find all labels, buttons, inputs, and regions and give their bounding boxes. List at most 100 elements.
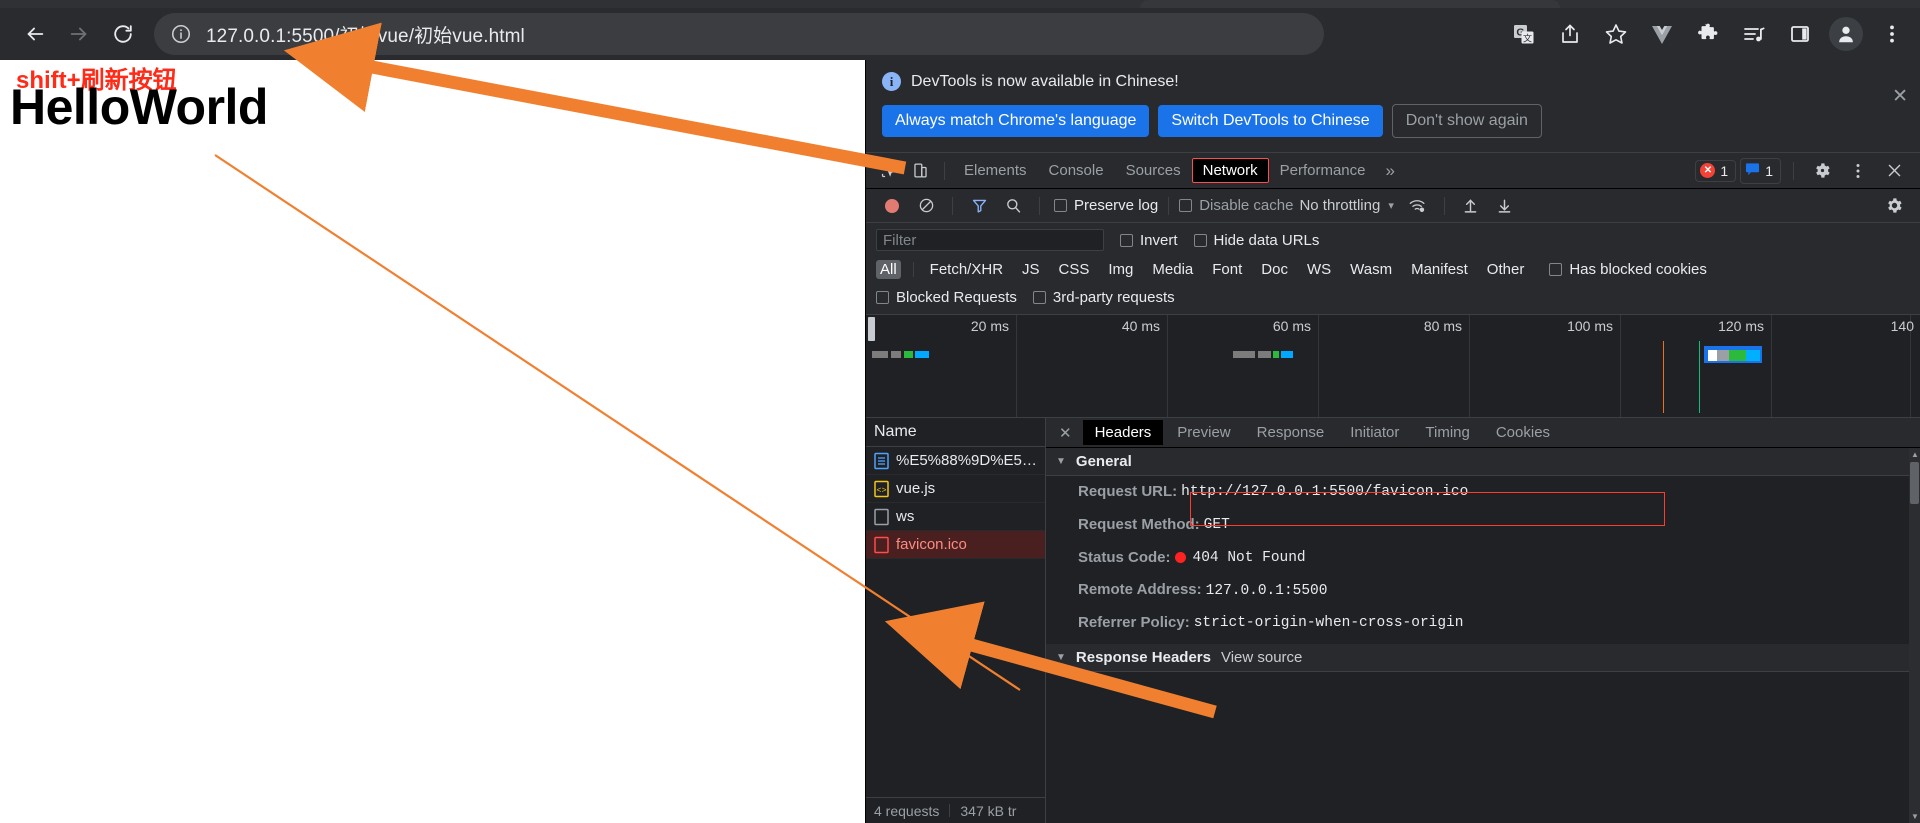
- blocked-requests-checkbox[interactable]: Blocked Requests: [876, 289, 1017, 306]
- request-row-script[interactable]: <> vue.js: [866, 475, 1045, 503]
- filter-type-fetch-xhr[interactable]: Fetch/XHR: [926, 260, 1007, 279]
- scroll-down-arrow-icon[interactable]: ▼: [1911, 812, 1919, 821]
- overview-selected-request-bar: [1704, 346, 1762, 363]
- nettoolbar-divider-2: [1039, 196, 1040, 215]
- error-count-badge[interactable]: ✕ 1: [1695, 159, 1737, 182]
- dom-content-loaded-line: [1699, 341, 1700, 413]
- settings-gear-icon[interactable]: [1808, 158, 1836, 184]
- filter-type-all[interactable]: All: [876, 260, 901, 279]
- reload-button[interactable]: [102, 13, 144, 55]
- always-match-chrome-language-button[interactable]: Always match Chrome's language: [882, 105, 1150, 137]
- request-name: %E5%88%9D%E5…: [896, 452, 1037, 469]
- network-settings-gear-icon[interactable]: [1880, 193, 1908, 219]
- bookmark-star-icon[interactable]: [1596, 14, 1636, 54]
- chrome-menu-icon[interactable]: [1872, 14, 1912, 54]
- export-har-icon[interactable]: [1491, 193, 1519, 219]
- preserve-log-label: Preserve log: [1074, 197, 1159, 214]
- overview-tick-label: 40 ms: [1121, 318, 1160, 334]
- overview-tick-label: 100 ms: [1567, 318, 1613, 334]
- filter-type-manifest[interactable]: Manifest: [1407, 260, 1472, 279]
- filter-row-bottom: Blocked Requests 3rd-party requests: [876, 289, 1910, 306]
- preserve-log-checkbox[interactable]: Preserve log: [1054, 197, 1158, 214]
- scrollbar-thumb[interactable]: [1910, 462, 1919, 504]
- tab-performance[interactable]: Performance: [1269, 158, 1377, 183]
- disable-cache-checkbox[interactable]: Disable cache: [1179, 197, 1293, 214]
- browser-toolbar: 127.0.0.1:5500/初始vue/初始vue.html G 文: [0, 8, 1920, 60]
- browser-tab[interactable]: [1140, 0, 1560, 8]
- header-key: Remote Address:: [1078, 581, 1202, 599]
- detail-tab-response[interactable]: Response: [1245, 420, 1337, 445]
- profile-avatar-icon[interactable]: [1826, 14, 1866, 54]
- toolbar-divider-2: [1793, 161, 1794, 180]
- detail-tab-cookies[interactable]: Cookies: [1484, 420, 1562, 445]
- generic-icon: [874, 508, 889, 526]
- overview-gridline: [1167, 315, 1168, 417]
- tab-elements[interactable]: Elements: [953, 158, 1038, 183]
- filter-type-ws[interactable]: WS: [1303, 260, 1335, 279]
- detail-tab-preview[interactable]: Preview: [1165, 420, 1242, 445]
- banner-close-icon[interactable]: ✕: [1892, 87, 1908, 106]
- share-icon[interactable]: [1550, 14, 1590, 54]
- inspect-element-icon[interactable]: [874, 158, 902, 184]
- throttling-select[interactable]: No throttling: [1299, 197, 1380, 214]
- has-blocked-cookies-checkbox[interactable]: Has blocked cookies: [1549, 261, 1707, 278]
- filter-type-font[interactable]: Font: [1208, 260, 1246, 279]
- filter-type-media[interactable]: Media: [1148, 260, 1197, 279]
- address-bar[interactable]: 127.0.0.1:5500/初始vue/初始vue.html: [154, 13, 1324, 55]
- forward-button[interactable]: [58, 13, 100, 55]
- detail-scrollbar[interactable]: ▲ ▼: [1909, 448, 1920, 823]
- tab-network[interactable]: Network: [1191, 158, 1269, 183]
- search-icon[interactable]: [999, 193, 1027, 219]
- filter-type-css[interactable]: CSS: [1055, 260, 1094, 279]
- side-panel-icon[interactable]: [1780, 14, 1820, 54]
- overview-left-handle[interactable]: [868, 317, 875, 341]
- message-count: 1: [1765, 162, 1773, 179]
- request-row-websocket[interactable]: ws: [866, 503, 1045, 531]
- reading-list-icon[interactable]: [1734, 14, 1774, 54]
- dont-show-again-button[interactable]: Don't show again: [1391, 104, 1542, 138]
- request-list-header[interactable]: Name: [866, 418, 1045, 447]
- tab-console[interactable]: Console: [1038, 158, 1115, 183]
- devtools-kebab-menu-icon[interactable]: [1844, 158, 1872, 184]
- vue-devtools-icon[interactable]: [1642, 14, 1682, 54]
- back-button[interactable]: [14, 13, 56, 55]
- scroll-up-arrow-icon[interactable]: ▲: [1911, 450, 1919, 459]
- filter-type-doc[interactable]: Doc: [1257, 260, 1292, 279]
- message-count-badge[interactable]: 1: [1740, 157, 1781, 184]
- filter-type-js[interactable]: JS: [1018, 260, 1044, 279]
- response-headers-section-header[interactable]: ▼ Response Headers View source: [1046, 643, 1920, 672]
- clear-icon[interactable]: [912, 193, 940, 219]
- filter-type-img[interactable]: Img: [1104, 260, 1137, 279]
- filter-icon[interactable]: [965, 193, 993, 219]
- devtools-close-icon[interactable]: [1880, 158, 1908, 184]
- translate-icon[interactable]: G 文: [1504, 14, 1544, 54]
- filter-input[interactable]: [876, 229, 1104, 251]
- filter-type-wasm[interactable]: Wasm: [1346, 260, 1396, 279]
- device-toolbar-icon[interactable]: [906, 158, 934, 184]
- import-har-icon[interactable]: [1457, 193, 1485, 219]
- detail-tab-timing[interactable]: Timing: [1413, 420, 1481, 445]
- checkbox-box: [1193, 233, 1207, 247]
- network-conditions-icon[interactable]: [1404, 193, 1432, 219]
- third-party-requests-checkbox[interactable]: 3rd-party requests: [1032, 289, 1175, 306]
- general-title: General: [1075, 453, 1132, 470]
- filter-type-other[interactable]: Other: [1483, 260, 1529, 279]
- tab-sources[interactable]: Sources: [1115, 158, 1192, 183]
- general-section-header[interactable]: ▼ General: [1046, 448, 1920, 476]
- hide-data-urls-checkbox[interactable]: Hide data URLs: [1193, 232, 1319, 249]
- chevron-down-icon[interactable]: ▾: [1388, 199, 1394, 212]
- detail-tab-initiator[interactable]: Initiator: [1338, 420, 1411, 445]
- view-source-link[interactable]: View source: [1221, 649, 1302, 666]
- detail-tab-headers[interactable]: Headers: [1082, 420, 1164, 445]
- detail-close-icon[interactable]: ✕: [1050, 424, 1081, 442]
- request-row-favicon[interactable]: favicon.ico: [866, 531, 1045, 559]
- request-row-document[interactable]: %E5%88%9D%E5…: [866, 447, 1045, 475]
- switch-devtools-to-chinese-button[interactable]: Switch DevTools to Chinese: [1158, 105, 1383, 137]
- site-info-icon[interactable]: [170, 23, 192, 45]
- network-timeline-overview[interactable]: 20 ms 40 ms 60 ms 80 ms 100 ms 120 ms 14…: [866, 315, 1920, 418]
- request-list-panel: Name %E5%88%9D%E5… <> vue.js ws favicon.…: [866, 418, 1046, 823]
- more-tabs-icon[interactable]: »: [1377, 161, 1404, 181]
- extensions-puzzle-icon[interactable]: [1688, 14, 1728, 54]
- invert-checkbox[interactable]: Invert: [1120, 232, 1178, 249]
- record-button[interactable]: [878, 193, 906, 219]
